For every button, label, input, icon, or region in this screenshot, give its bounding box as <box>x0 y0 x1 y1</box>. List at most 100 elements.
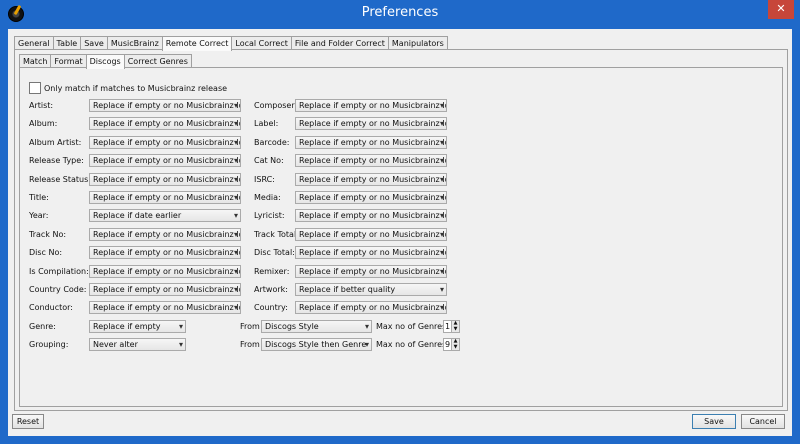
track-no-combo[interactable]: Replace if empty or no Musicbrainz Id ▾ <box>89 228 241 241</box>
grouping-max-spinner[interactable]: 9 ▲ ▼ <box>443 338 460 351</box>
only-match-checkbox[interactable] <box>29 82 41 94</box>
genre-from-combo-value: Discogs Style <box>265 322 319 331</box>
chevron-down-icon: ▾ <box>364 322 369 331</box>
label-combo[interactable]: Replace if empty or no Musicbrainz Id ▾ <box>295 117 447 130</box>
album-combo-value: Replace if empty or no Musicbrainz Id <box>93 119 241 128</box>
subtab-format[interactable]: Format <box>50 54 87 68</box>
tab-local-correct[interactable]: Local Correct <box>231 36 292 50</box>
release-type-combo[interactable]: Replace if empty or no Musicbrainz Id ▾ <box>89 154 241 167</box>
grouping-from-combo[interactable]: Discogs Style then Genre ▾ <box>261 338 372 351</box>
only-match-label: Only match if matches to Musicbrainz rel… <box>44 83 228 93</box>
release-type-combo-value: Replace if empty or no Musicbrainz Id <box>93 156 241 165</box>
subtab-correct-genres[interactable]: Correct Genres <box>123 54 192 68</box>
isrc-label: ISRC: <box>254 175 275 184</box>
main-tab-bar: General Table Save MusicBrainz Remote Correc… <box>14 36 448 51</box>
genre-from-label: From <box>240 322 260 331</box>
track-total-combo-value: Replace if empty or no Musicbrainz Id <box>299 230 447 239</box>
isrc-combo-value: Replace if empty or no Musicbrainz Id <box>299 175 447 184</box>
chevron-down-icon: ▾ <box>233 267 238 276</box>
chevron-down-icon: ▾ <box>439 175 444 184</box>
chevron-down-icon: ▾ <box>233 303 238 312</box>
grouping-combo[interactable]: Never alter ▾ <box>89 338 186 351</box>
conductor-label: Conductor: <box>29 303 73 312</box>
genre-max-spinner-value[interactable]: 1 <box>443 320 452 333</box>
album-combo[interactable]: Replace if empty or no Musicbrainz Id ▾ <box>89 117 241 130</box>
remixer-combo[interactable]: Replace if empty or no Musicbrainz Id ▾ <box>295 265 447 278</box>
chevron-down-icon: ▾ <box>439 138 444 147</box>
cat-no-combo[interactable]: Replace if empty or no Musicbrainz Id ▾ <box>295 154 447 167</box>
artist-label: Artist: <box>29 101 54 110</box>
track-no-label: Track No: <box>29 230 67 239</box>
conductor-combo[interactable]: Replace if empty or no Musicbrainz Id ▾ <box>89 301 241 314</box>
subtab-match[interactable]: Match <box>19 54 52 68</box>
barcode-label: Barcode: <box>254 138 290 147</box>
chevron-down-icon: ▾ <box>233 211 238 220</box>
media-combo[interactable]: Replace if empty or no Musicbrainz Id ▾ <box>295 191 447 204</box>
grouping-from-combo-value: Discogs Style then Genre <box>265 340 367 349</box>
tab-remote-correct[interactable]: Remote Correct <box>161 36 233 51</box>
grouping-max-spinner-value[interactable]: 9 <box>443 338 452 351</box>
genre-combo[interactable]: Replace if empty ▾ <box>89 320 186 333</box>
artwork-combo[interactable]: Replace if better quality ▾ <box>295 283 447 296</box>
tab-manipulators[interactable]: Manipulators <box>387 36 448 50</box>
spin-down-icon[interactable]: ▼ <box>452 326 459 333</box>
conductor-combo-value: Replace if empty or no Musicbrainz Id <box>93 303 241 312</box>
tab-table[interactable]: Table <box>52 36 82 50</box>
chevron-down-icon: ▾ <box>178 340 183 349</box>
isrc-combo[interactable]: Replace if empty or no Musicbrainz Id ▾ <box>295 173 447 186</box>
chevron-down-icon: ▾ <box>439 193 444 202</box>
lyricist-combo[interactable]: Replace if empty or no Musicbrainz Id ▾ <box>295 209 447 222</box>
genre-max-label: Max no of Genres <box>376 322 447 331</box>
chevron-down-icon: ▾ <box>233 285 238 294</box>
chevron-down-icon: ▾ <box>178 322 183 331</box>
year-combo[interactable]: Replace if date earlier ▾ <box>89 209 241 222</box>
is-compilation-combo[interactable]: Replace if empty or no Musicbrainz Id ▾ <box>89 265 241 278</box>
subtab-discogs[interactable]: Discogs <box>85 54 125 69</box>
chevron-down-icon: ▾ <box>233 193 238 202</box>
album-label: Album: <box>29 119 58 128</box>
discogs-panel: Only match if matches to Musicbrainz rel… <box>19 67 783 407</box>
chevron-down-icon: ▾ <box>233 175 238 184</box>
grouping-combo-value: Never alter <box>93 340 138 349</box>
country-code-combo[interactable]: Replace if empty or no Musicbrainz Id ▾ <box>89 283 241 296</box>
release-status-combo[interactable]: Replace if empty or no Musicbrainz Id ▾ <box>89 173 241 186</box>
barcode-combo[interactable]: Replace if empty or no Musicbrainz Id ▾ <box>295 136 447 149</box>
genre-max-spinner[interactable]: 1 ▲ ▼ <box>443 320 460 333</box>
country-combo[interactable]: Replace if empty or no Musicbrainz Id ▾ <box>295 301 447 314</box>
disc-no-combo[interactable]: Replace if empty or no Musicbrainz Id ▾ <box>89 246 241 259</box>
tab-file-and-folder-correct[interactable]: File and Folder Correct <box>290 36 389 50</box>
only-match-row[interactable]: Only match if matches to Musicbrainz rel… <box>29 82 227 94</box>
title-combo-value: Replace if empty or no Musicbrainz Id <box>93 193 241 202</box>
disc-no-combo-value: Replace if empty or no Musicbrainz Id <box>93 248 241 257</box>
preferences-window: Preferences ✕ General Table Save MusicBrain… <box>0 0 800 444</box>
country-code-combo-value: Replace if empty or no Musicbrainz Id <box>93 285 241 294</box>
artwork-combo-value: Replace if better quality <box>299 285 396 294</box>
release-status-combo-value: Replace if empty or no Musicbrainz Id <box>93 175 241 184</box>
disc-total-combo[interactable]: Replace if empty or no Musicbrainz Id ▾ <box>295 246 447 259</box>
spin-down-icon[interactable]: ▼ <box>452 344 459 351</box>
title-bar[interactable]: Preferences ✕ <box>0 0 800 29</box>
country-label: Country: <box>254 303 288 312</box>
save-button[interactable]: Save <box>692 414 736 429</box>
cancel-button[interactable]: Cancel <box>741 414 785 429</box>
disc-total-label: Disc Total: <box>254 248 295 257</box>
composer-combo[interactable]: Replace if empty or no Musicbrainz Id ▾ <box>295 99 447 112</box>
artist-combo[interactable]: Replace if empty or no Musicbrainz Id ▾ <box>89 99 241 112</box>
genre-label: Genre: <box>29 322 56 331</box>
tab-save[interactable]: Save <box>80 36 108 50</box>
track-total-combo[interactable]: Replace if empty or no Musicbrainz Id ▾ <box>295 228 447 241</box>
label-combo-value: Replace if empty or no Musicbrainz Id <box>299 119 447 128</box>
album-artist-combo[interactable]: Replace if empty or no Musicbrainz Id ▾ <box>89 136 241 149</box>
title-combo[interactable]: Replace if empty or no Musicbrainz Id ▾ <box>89 191 241 204</box>
genre-from-combo[interactable]: Discogs Style ▾ <box>261 320 372 333</box>
reset-button[interactable]: Reset <box>12 414 44 429</box>
tab-musicbrainz[interactable]: MusicBrainz <box>106 36 163 50</box>
chevron-down-icon: ▾ <box>233 156 238 165</box>
close-button[interactable]: ✕ <box>768 0 794 19</box>
tab-general[interactable]: General <box>14 36 54 50</box>
sub-tab-bar: Match Format Discogs Correct Genres <box>19 54 192 69</box>
title-label: Title: <box>29 193 49 202</box>
disc-no-label: Disc No: <box>29 248 63 257</box>
track-total-label: Track Total: <box>254 230 299 239</box>
release-status-label: Release Status: <box>29 175 91 184</box>
